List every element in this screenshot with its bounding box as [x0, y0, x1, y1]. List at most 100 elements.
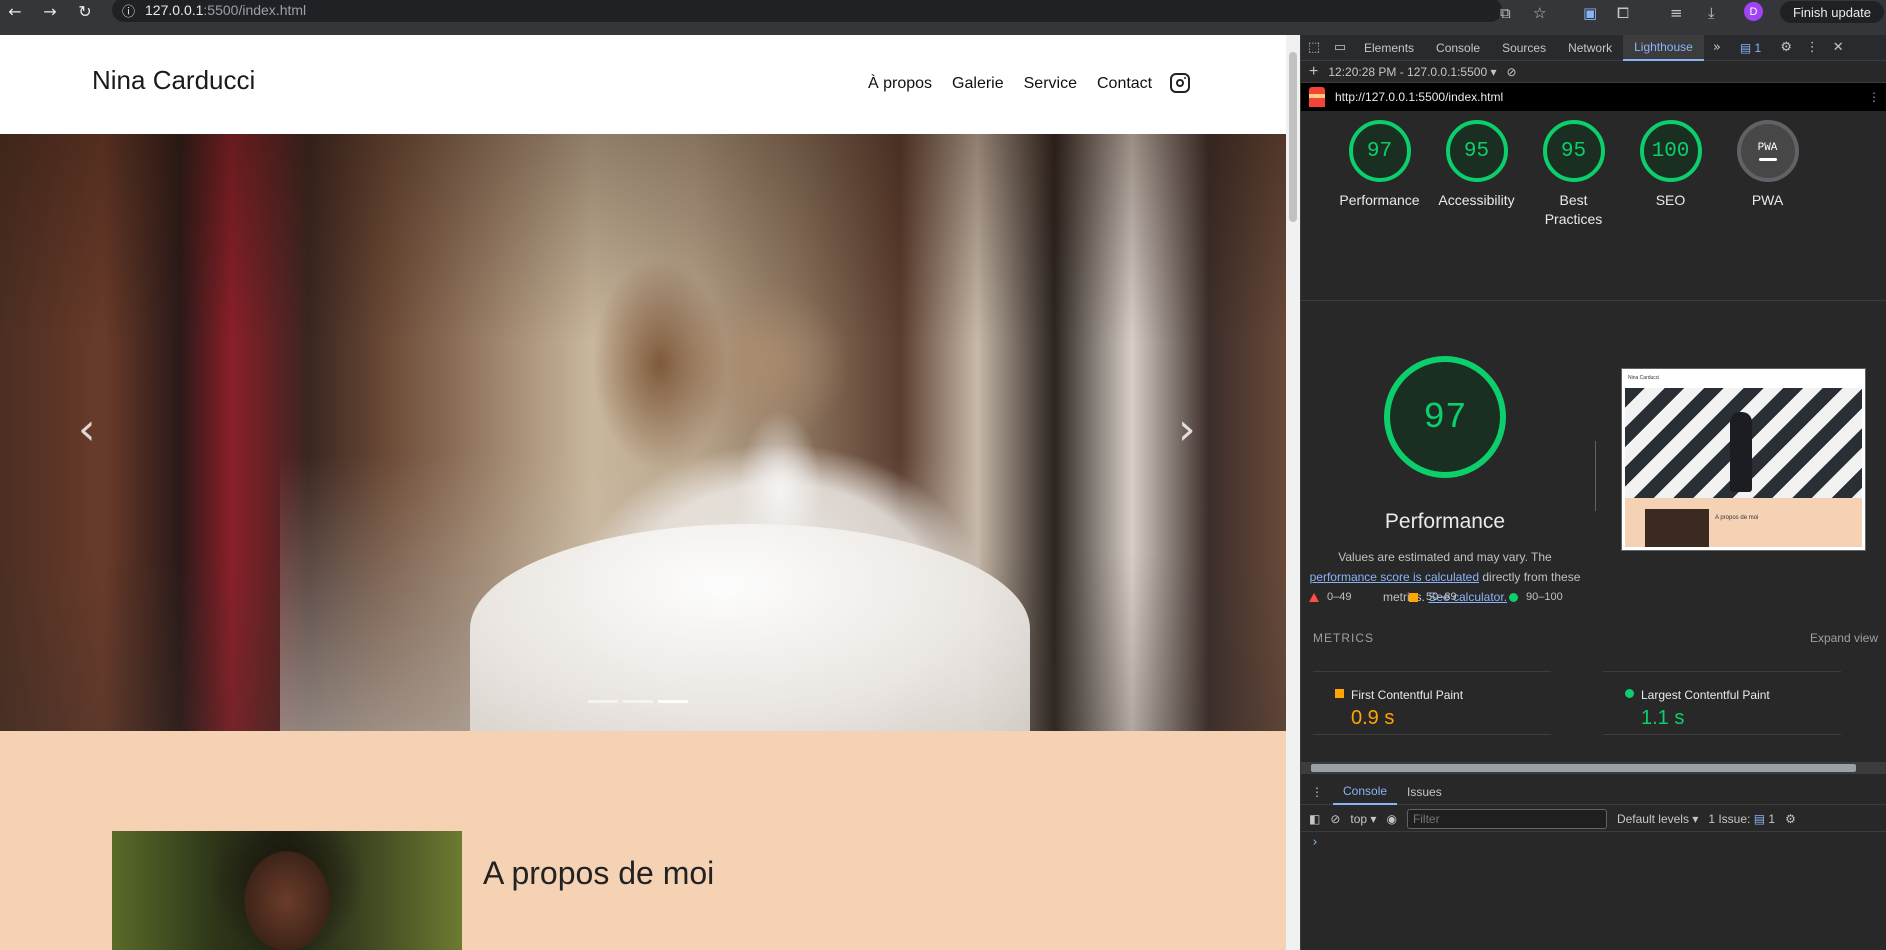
report-url[interactable]: http://127.0.0.1:5500/index.html	[1335, 90, 1503, 104]
metric-name: First Contentful Paint	[1351, 688, 1464, 702]
issues-badge[interactable]: ▤ 1	[1740, 41, 1761, 55]
thumb-about-title: A propos de moi	[1715, 515, 1759, 521]
thumb-photo	[1645, 509, 1709, 547]
site-info-icon[interactable]: ⓘ	[122, 1, 135, 20]
tab-lighthouse[interactable]: Lighthouse	[1623, 34, 1704, 61]
back-icon[interactable]: ←	[0, 0, 30, 26]
metric-value: 0.9 s	[1351, 707, 1395, 729]
nav-link-contact[interactable]: Contact	[1097, 75, 1152, 93]
carousel-next-icon[interactable]: ›	[1178, 404, 1196, 455]
bookmark-star-icon[interactable]: ☆	[1533, 0, 1546, 25]
gauge-score: 100	[1639, 120, 1702, 182]
pwa-badge-text: PWA	[1757, 141, 1778, 154]
extensions-icon[interactable]: ⧠	[1617, 0, 1629, 25]
new-report-icon[interactable]: +	[1309, 63, 1318, 81]
hero-carousel: ‹ ›	[0, 134, 1286, 731]
score-gauges: 97 Performance 95 Accessibility 95 Best …	[1301, 111, 1886, 301]
performance-score-link[interactable]: performance score is calculated	[1310, 570, 1479, 584]
issues-badge-count: 1	[1754, 40, 1762, 55]
tab-elements[interactable]: Elements	[1353, 35, 1425, 61]
nav-link-about[interactable]: À propos	[868, 75, 932, 93]
section-divider	[1595, 441, 1596, 511]
tab-sources[interactable]: Sources	[1491, 35, 1557, 61]
page-scrollbar[interactable]	[1286, 35, 1300, 950]
drawer-tab-issues[interactable]: Issues	[1397, 779, 1452, 805]
site-brand[interactable]: Nina Carducci	[92, 65, 255, 96]
nav-link-gallery[interactable]: Galerie	[952, 75, 1004, 93]
average-square-icon	[1335, 689, 1344, 698]
instagram-icon[interactable]	[1170, 73, 1191, 93]
drawer-tab-console[interactable]: Console	[1333, 779, 1398, 805]
context-selector[interactable]: top ▾	[1350, 812, 1376, 826]
gauge-accessibility[interactable]: 95 Accessibility	[1438, 120, 1515, 300]
inspect-element-icon[interactable]: ⬚	[1301, 40, 1327, 55]
metrics-header: METRICS Expand view	[1313, 631, 1878, 645]
carousel-indicator[interactable]	[588, 700, 618, 703]
forward-icon[interactable]: →	[35, 0, 65, 26]
performance-title: Performance	[1384, 510, 1506, 533]
clear-reports-icon[interactable]: ⊘	[1507, 65, 1517, 79]
log-levels-dropdown[interactable]: Default levels ▾	[1617, 812, 1698, 826]
address-bar[interactable]: ⓘ 127.0.0.1:5500/index.html	[112, 0, 1502, 22]
gauge-pwa[interactable]: PWA PWA	[1733, 120, 1802, 300]
performance-section: 97 Performance Values are estimated and …	[1301, 301, 1886, 735]
download-icon[interactable]: ⤓	[1708, 0, 1715, 25]
console-filter-input[interactable]	[1406, 808, 1607, 829]
nav-link-service[interactable]: Service	[1024, 75, 1077, 93]
hero-image-dress	[470, 524, 1030, 731]
report-url-bar: http://127.0.0.1:5500/index.html ⋮	[1301, 83, 1886, 111]
site-header: Nina Carducci À propos Galerie Service C…	[0, 35, 1286, 134]
console-prompt-icon[interactable]: ›	[1311, 835, 1319, 850]
carousel-prev-icon[interactable]: ‹	[78, 404, 96, 455]
carousel-indicator[interactable]	[623, 700, 653, 703]
live-expression-eye-icon[interactable]: ◉	[1386, 812, 1396, 826]
drawer-tabs: ⋮ Console Issues	[1301, 779, 1886, 805]
finish-update-button[interactable]: Finish update	[1780, 1, 1884, 23]
tab-network[interactable]: Network	[1557, 35, 1623, 61]
expand-view-toggle[interactable]: Expand view	[1810, 631, 1878, 645]
console-issues-counter[interactable]: 1 Issue: ▤ 1	[1708, 812, 1775, 826]
gauge-label: SEO	[1655, 192, 1686, 208]
carousel-indicators	[588, 700, 688, 703]
close-devtools-icon[interactable]: ✕	[1825, 40, 1851, 55]
legend-average: 50–89	[1426, 591, 1457, 603]
scrollbar-thumb[interactable]	[1311, 764, 1856, 772]
gauge-best-practices[interactable]: 95 Best Practices	[1539, 120, 1608, 300]
report-menu-icon[interactable]: ⋮	[1868, 90, 1880, 104]
drawer-menu-icon[interactable]: ⋮	[1301, 779, 1333, 805]
console-toolbar: ◧ ⊘ top ▾ ◉ Default levels ▾ 1 Issue: ▤ …	[1301, 806, 1886, 832]
carousel-indicator-active[interactable]	[658, 700, 688, 703]
about-section: A propos de moi	[0, 731, 1286, 950]
report-selector[interactable]: 12:20:28 PM - 127.0.0.1:5500 ▾	[1328, 65, 1496, 79]
screenshot-icon[interactable]: ▣	[1583, 0, 1597, 25]
page-scrollbar-thumb[interactable]	[1289, 52, 1297, 222]
lighthouse-logo-icon	[1309, 87, 1325, 107]
report-horizontal-scrollbar[interactable]	[1301, 762, 1886, 774]
thumb-figure	[1730, 412, 1752, 492]
about-photo	[112, 831, 462, 950]
final-screenshot-thumbnail[interactable]: Nina Carducci A propos de moi	[1621, 368, 1866, 551]
console-settings-icon[interactable]: ⚙	[1785, 812, 1796, 826]
tab-console[interactable]: Console	[1425, 35, 1491, 61]
gauge-seo[interactable]: 100 SEO	[1636, 120, 1705, 300]
reading-list-icon[interactable]: ≡	[1670, 0, 1683, 25]
metric-name: Largest Contentful Paint	[1641, 688, 1770, 702]
gauge-performance[interactable]: 97 Performance	[1339, 120, 1420, 300]
reload-icon[interactable]: ↻	[70, 0, 100, 26]
device-toolbar-icon[interactable]: ▭	[1327, 40, 1353, 55]
more-tabs-icon[interactable]: »	[1704, 40, 1730, 55]
sidebar-toggle-icon[interactable]: ◧	[1309, 812, 1320, 826]
metric-value: 1.1 s	[1641, 707, 1685, 729]
settings-gear-icon[interactable]: ⚙	[1773, 40, 1799, 55]
profile-avatar[interactable]: D	[1744, 2, 1763, 21]
score-legend: 0–49 50–89 90–100	[1309, 591, 1609, 603]
translate-icon[interactable]: ⧉	[1500, 0, 1511, 25]
gauge-label: Performance	[1339, 192, 1420, 208]
more-options-icon[interactable]: ⋮	[1799, 40, 1825, 55]
report-selector-label: 12:20:28 PM - 127.0.0.1:5500	[1328, 64, 1488, 79]
clear-console-icon[interactable]: ⊘	[1330, 812, 1340, 826]
desc-text-1: Values are estimated and may vary. The	[1338, 550, 1552, 564]
average-square-icon	[1409, 592, 1418, 602]
gauge-score: 97	[1348, 120, 1411, 182]
performance-big-gauge: 97	[1384, 356, 1506, 478]
